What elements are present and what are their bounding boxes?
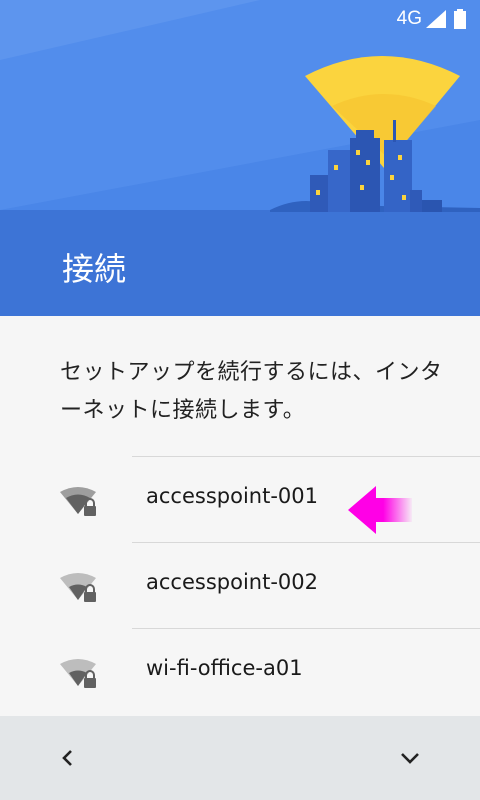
list-divider <box>132 456 480 457</box>
battery-icon <box>454 9 466 29</box>
list-divider <box>132 628 480 629</box>
page-title: 接続 <box>62 250 127 288</box>
status-bar: 4G <box>0 0 480 36</box>
wifi-network-row[interactable]: wi-fi-office-a01 <box>0 628 480 714</box>
setup-navigation-bar <box>0 716 480 800</box>
wifi-locked-icon <box>60 487 96 516</box>
network-type-label: 4G <box>396 8 422 29</box>
wifi-network-row[interactable]: accesspoint-002 <box>0 542 480 628</box>
wifi-network-row[interactable]: accesspoint-001 <box>0 456 480 542</box>
setup-header: 4G 接続 <box>0 0 480 316</box>
instruction-text: セットアップを続行するには、インターネットに接続します。 <box>60 360 443 423</box>
network-ssid: wi-fi-office-a01 <box>146 656 303 680</box>
content-area: セットアップを続行するには、インターネットに接続します。 accesspoint… <box>0 316 480 716</box>
chevron-down-icon <box>401 753 419 764</box>
next-button[interactable] <box>390 738 430 778</box>
cell-signal-icon <box>426 10 446 28</box>
network-ssid: accesspoint-001 <box>146 484 318 508</box>
network-ssid: accesspoint-002 <box>146 570 318 594</box>
wifi-locked-icon <box>60 659 96 688</box>
list-divider <box>132 542 480 543</box>
wifi-locked-icon <box>60 573 96 602</box>
annotation-arrow <box>348 486 412 534</box>
back-button[interactable] <box>48 738 88 778</box>
chevron-left-icon <box>62 750 72 766</box>
